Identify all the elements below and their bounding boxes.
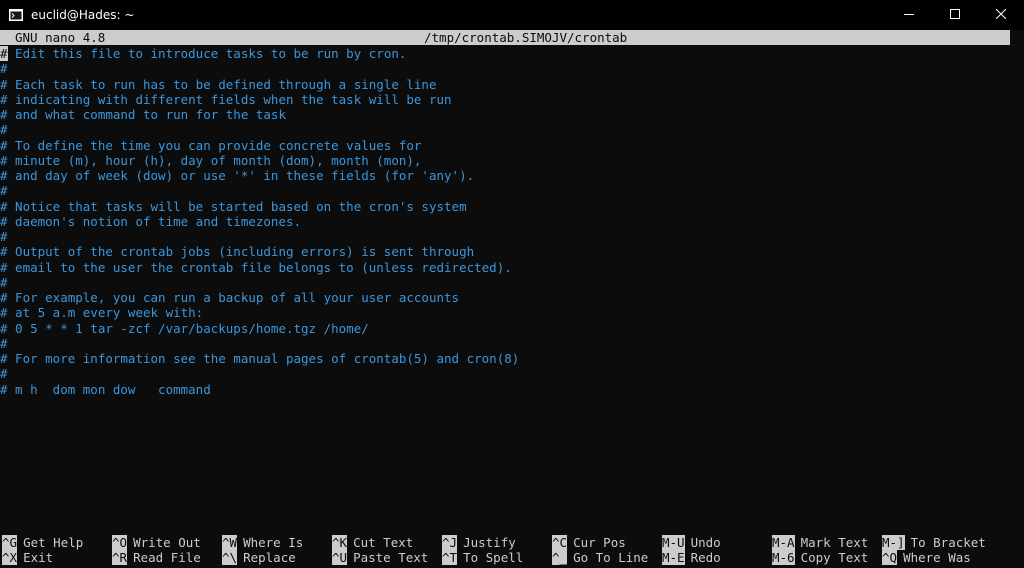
shortcut-key: ^J: [442, 535, 458, 550]
shortcut-key: M-U: [662, 535, 685, 550]
shortcut-cut-text[interactable]: ^K Cut Text: [332, 535, 413, 550]
terminal-scrollbar[interactable]: [1010, 30, 1024, 568]
editor-line: # To define the time you can provide con…: [0, 137, 422, 153]
editor-line-text: Edit this file to introduce tasks to be …: [7, 46, 407, 61]
shortcut-label: Undo: [690, 535, 721, 550]
editor-line: #: [0, 229, 8, 244]
shortcut-to-spell[interactable]: ^T To Spell: [442, 550, 523, 565]
nano-header-bar: GNU nano 4.8 /tmp/crontab.SIMOJV/crontab: [0, 30, 1010, 45]
shortcut-label: Cut Text: [353, 535, 414, 550]
title-bar[interactable]: euclid@Hades: ~: [0, 0, 1024, 30]
shortcut-label: Write Out: [133, 535, 201, 550]
editor-line: # m h dom mon dow command: [0, 381, 211, 397]
text-cursor: #: [0, 46, 8, 61]
editor-line: # indicating with different fields when …: [0, 91, 452, 107]
shortcut-undo[interactable]: M-U Undo: [662, 535, 721, 550]
shortcut-key: ^Q: [882, 550, 898, 565]
editor-line: # For example, you can run a backup of a…: [0, 290, 460, 305]
shortcut-label: Copy Text: [800, 550, 869, 565]
editor-line: #: [0, 274, 8, 290]
terminal-app-icon: [9, 9, 23, 21]
shortcut-to-bracket[interactable]: M-] To Bracket: [882, 535, 986, 550]
shortcut-label: Paste Text: [353, 550, 429, 565]
shortcut-key: M-]: [882, 535, 905, 550]
editor-line: #: [0, 122, 8, 138]
shortcut-justify[interactable]: ^J Justify: [442, 535, 516, 550]
shortcut-read-file[interactable]: ^R Read File: [112, 550, 201, 565]
shortcut-label: To Bracket: [910, 535, 986, 550]
editor-line: #: [0, 61, 8, 77]
editor-line: # Edit this file to introduce tasks to b…: [0, 46, 406, 61]
editor-line: # Each task to run has to be defined thr…: [0, 76, 437, 92]
minimize-icon: [904, 8, 914, 22]
terminal-area[interactable]: GNU nano 4.8 /tmp/crontab.SIMOJV/crontab…: [0, 30, 1024, 568]
shortcut-key: M-A: [772, 535, 795, 550]
shortcut-label: Where Was: [903, 550, 971, 565]
shortcut-label: Mark Text: [800, 535, 869, 550]
shortcut-label: Where Is: [243, 535, 304, 550]
shortcut-label: Cur Pos: [573, 535, 626, 550]
editor-line: # For more information see the manual pa…: [0, 351, 520, 366]
window-controls: [886, 0, 1024, 30]
shortcut-label: Redo: [690, 550, 721, 565]
editor-line: #: [0, 366, 8, 382]
editor-line: #: [0, 183, 8, 199]
shortcut-label: Exit: [23, 550, 54, 565]
editor-line: # 0 5 * * 1 tar -zcf /var/backups/home.t…: [0, 320, 369, 336]
shortcut-key: ^K: [332, 535, 348, 550]
shortcut-label: Go To Line: [573, 550, 649, 565]
editor-line: # at 5 a.m every week with:: [0, 305, 204, 321]
shortcut-label: Read File: [133, 550, 201, 565]
editor-line: # minute (m), hour (h), day of month (do…: [0, 152, 422, 168]
shortcut-exit[interactable]: ^X Exit: [2, 550, 53, 565]
shortcut-get-help[interactable]: ^G Get Help: [2, 535, 83, 550]
shortcut-key: ^C: [552, 535, 568, 550]
nano-version: GNU nano 4.8: [15, 30, 106, 45]
editor-line: #: [0, 335, 8, 351]
shortcut-key: ^\: [222, 550, 238, 565]
shortcut-row-2: ^X Exit ^R Read File ^\ Replace ^U Paste Text ^T…: [0, 550, 1010, 565]
shortcut-key: ^W: [222, 535, 238, 550]
shortcut-row-1: ^G Get Help ^O Write Out ^W Where Is ^K Cut Tex…: [0, 535, 1010, 550]
shortcut-paste-text[interactable]: ^U Paste Text: [332, 550, 428, 565]
shortcut-key: ^R: [112, 550, 128, 565]
editor-line: # and what command to run for the task: [0, 107, 286, 122]
editor-line: # email to the user the crontab file bel…: [0, 259, 512, 275]
window-title: euclid@Hades: ~: [31, 8, 135, 22]
maximize-button[interactable]: [932, 0, 978, 30]
shortcut-replace[interactable]: ^\ Replace: [222, 550, 296, 565]
shortcut-key: ^_: [552, 550, 568, 565]
maximize-icon: [950, 8, 960, 22]
shortcut-write-out[interactable]: ^O Write Out: [112, 535, 201, 550]
shortcut-key: M-6: [772, 550, 795, 565]
editor-line: # Output of the crontab jobs (including …: [0, 244, 475, 260]
editor-line: # and day of week (dow) or use '*' in th…: [0, 168, 475, 183]
shortcut-mark-text[interactable]: M-A Mark Text: [772, 535, 868, 550]
close-icon: [995, 8, 1007, 22]
shortcut-key: ^G: [2, 535, 18, 550]
shortcut-key: ^U: [332, 550, 348, 565]
shortcut-label: Replace: [243, 550, 296, 565]
shortcut-key: ^T: [442, 550, 458, 565]
shortcut-label: Get Help: [23, 535, 84, 550]
shortcut-key: M-E: [662, 550, 685, 565]
close-button[interactable]: [978, 0, 1024, 30]
nano-filename: /tmp/crontab.SIMOJV/crontab: [424, 30, 628, 45]
shortcut-cur-pos[interactable]: ^C Cur Pos: [552, 535, 626, 550]
minimize-button[interactable]: [886, 0, 932, 30]
shortcut-label: Justify: [463, 535, 516, 550]
shortcut-where-is[interactable]: ^W Where Is: [222, 535, 303, 550]
shortcut-key: ^X: [2, 550, 18, 565]
terminal-window: euclid@Hades: ~ GNU nano 4.8 /tmp/cronta…: [0, 0, 1024, 568]
shortcut-copy-text[interactable]: M-6 Copy Text: [772, 550, 868, 565]
editor-line: # Notice that tasks will be started base…: [0, 198, 467, 214]
shortcut-label: To Spell: [463, 550, 524, 565]
editor-line: # daemon's notion of time and timezones.: [0, 213, 302, 229]
shortcut-where-was[interactable]: ^Q Where Was: [882, 550, 971, 565]
shortcut-key: ^O: [112, 535, 128, 550]
shortcut-redo[interactable]: M-E Redo: [662, 550, 721, 565]
shortcut-go-to-line[interactable]: ^_ Go To Line: [552, 550, 648, 565]
